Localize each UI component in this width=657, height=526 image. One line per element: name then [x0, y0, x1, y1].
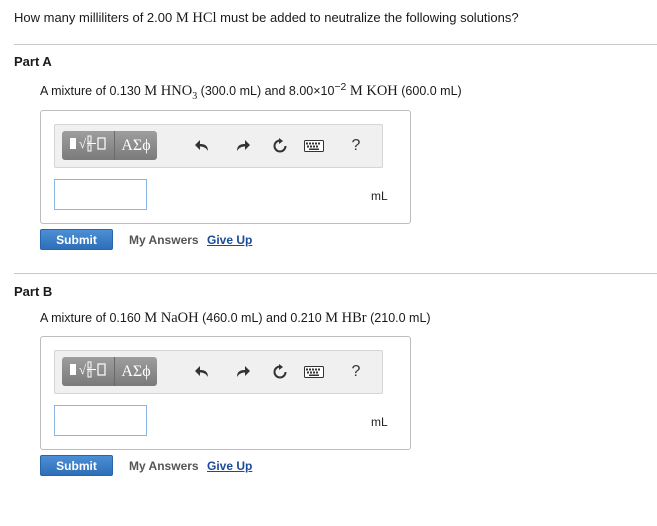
part-b-s1-formula: NaOH — [160, 310, 199, 326]
part-a-s2-formula: KOH — [366, 83, 398, 100]
part-b-s1-unit: M — [144, 310, 158, 326]
undo-icon[interactable] — [192, 362, 214, 382]
part-a-s1-unit: M — [144, 83, 158, 100]
part-b-lead: A mixture of 0.160 — [40, 311, 145, 325]
part-a-submit-button[interactable]: Submit — [40, 229, 113, 250]
part-a-toolbar-button-group: √ ΑΣϕ — [62, 131, 157, 160]
separator-part-b — [14, 273, 657, 274]
help-icon[interactable]: ? — [345, 362, 367, 382]
part-a-templates-button[interactable]: √ — [62, 131, 115, 160]
part-a-math-toolbar: √ ΑΣϕ ? — [54, 124, 383, 168]
part-b-s2-volume: (210.0 mL) — [370, 311, 431, 325]
part-a-s1-subscript: 3 — [192, 91, 198, 103]
redo-icon[interactable] — [231, 136, 253, 156]
reset-icon[interactable] — [269, 136, 291, 156]
part-a-unit-label: mL — [371, 189, 388, 203]
part-a-give-up-link[interactable]: Give Up — [207, 233, 252, 247]
part-b-my-answers-link[interactable]: My Answers — [129, 459, 199, 473]
part-a-title: Part A — [14, 54, 52, 69]
part-a-greek-button[interactable]: ΑΣϕ — [115, 131, 157, 160]
undo-icon[interactable] — [192, 136, 214, 156]
question-suffix: must be added to neutralize the followin… — [216, 10, 519, 25]
help-icon[interactable]: ? — [345, 136, 367, 156]
part-b-math-toolbar: √ ΑΣϕ ? — [54, 350, 383, 394]
part-b-templates-button[interactable]: √ — [62, 357, 115, 386]
part-b-submit-button[interactable]: Submit — [40, 455, 113, 476]
part-b-prompt: A mixture of 0.160 M NaOH (460.0 mL) and… — [40, 310, 431, 327]
part-b-unit-label: mL — [371, 415, 388, 429]
part-a-s1-formula: HNO — [160, 83, 193, 100]
svg-text:√: √ — [79, 136, 87, 151]
part-b-s2-formula: HBr — [341, 310, 367, 326]
part-a-s2-unit: M — [349, 83, 363, 100]
templates-icon: √ — [68, 360, 108, 383]
question-reagent: HCl — [192, 10, 217, 26]
part-b-answer-panel: √ ΑΣϕ ? mL — [40, 336, 411, 450]
part-a-s1-volume: (300.0 mL) — [200, 84, 262, 99]
part-b-s1-volume: (460.0 mL) — [202, 311, 263, 325]
part-a-prompt: A mixture of 0.130 M HNO3 (300.0 mL) and… — [40, 82, 462, 102]
part-b-greek-button[interactable]: ΑΣϕ — [115, 357, 157, 386]
part-b-s2-unit: M — [325, 310, 339, 326]
part-a-mid: and 8.00×10 — [261, 84, 335, 99]
part-b-answer-input[interactable] — [54, 405, 147, 436]
reset-icon[interactable] — [269, 362, 291, 382]
part-a-answer-panel: √ ΑΣϕ ? mL — [40, 110, 411, 224]
question-prefix: How many milliliters of 2.00 — [14, 10, 176, 25]
part-b-title: Part B — [14, 284, 53, 299]
question-text: How many milliliters of 2.00 M HCl must … — [14, 10, 519, 27]
part-a-my-answers-link[interactable]: My Answers — [129, 233, 199, 247]
part-a-answer-input[interactable] — [54, 179, 147, 210]
part-b-give-up-link[interactable]: Give Up — [207, 459, 252, 473]
separator-part-a — [14, 44, 657, 45]
part-a-s2-volume: (600.0 mL) — [401, 84, 462, 99]
keyboard-icon[interactable] — [303, 362, 325, 382]
part-a-exponent: −2 — [334, 82, 347, 93]
question-reagent-unit: M — [175, 10, 189, 26]
part-b-toolbar-button-group: √ ΑΣϕ — [62, 357, 157, 386]
templates-icon: √ — [68, 134, 108, 157]
part-a-lead: A mixture of 0.130 — [40, 84, 145, 99]
part-b-mid: and 0.210 — [262, 311, 326, 325]
keyboard-icon[interactable] — [303, 136, 325, 156]
svg-text:√: √ — [79, 362, 87, 377]
redo-icon[interactable] — [231, 362, 253, 382]
